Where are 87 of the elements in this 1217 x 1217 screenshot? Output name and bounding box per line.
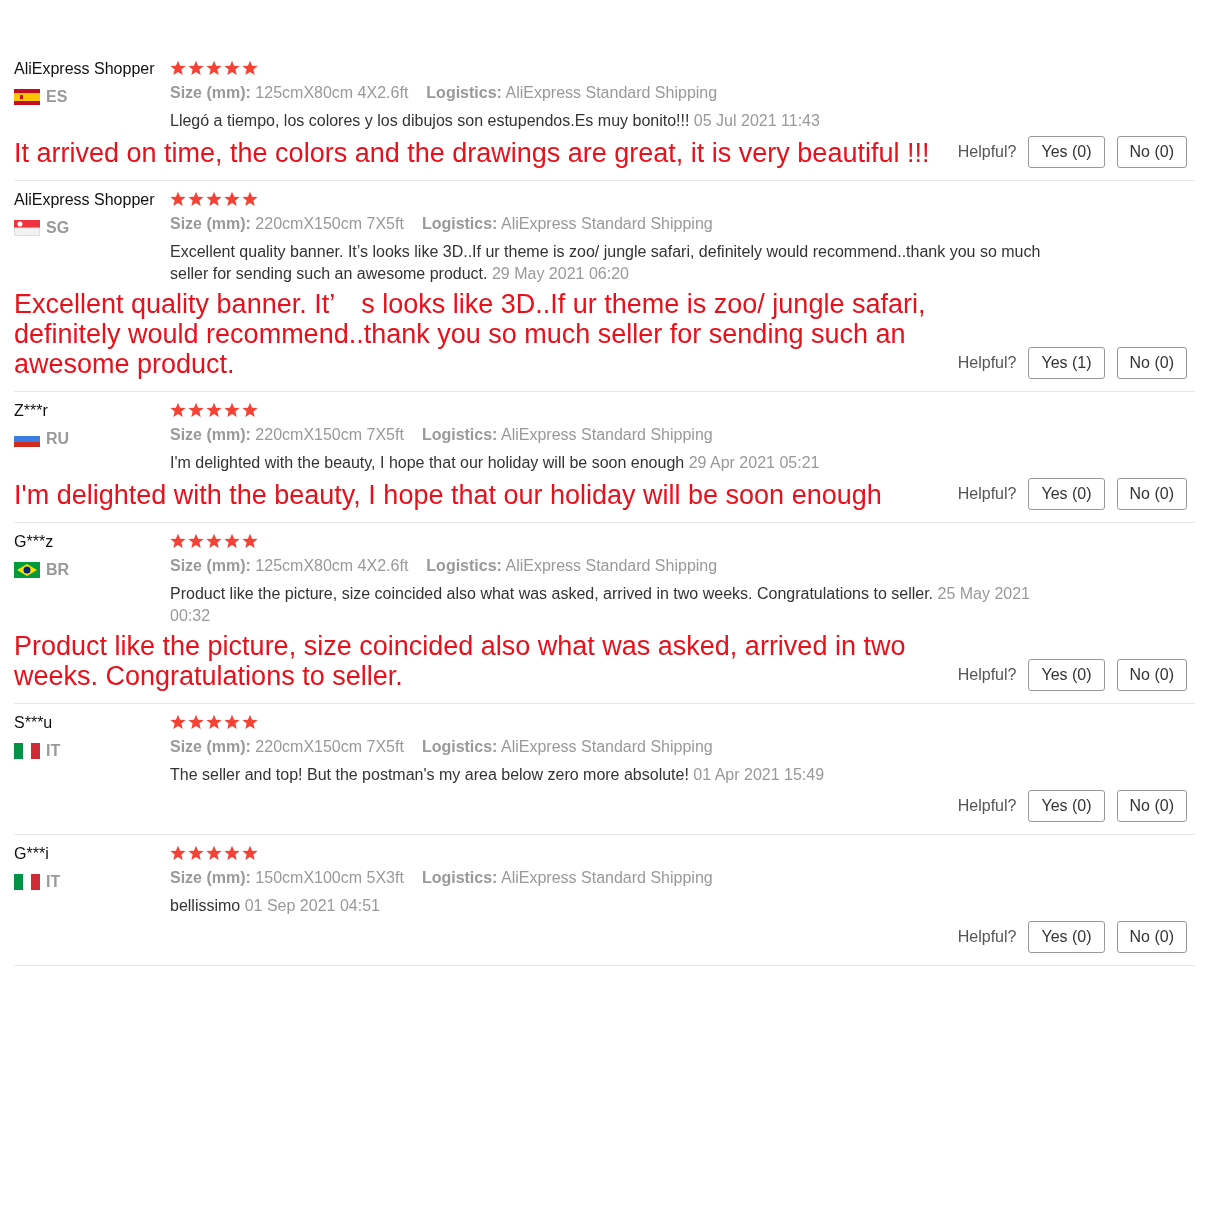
yes-button[interactable]: Yes (0) <box>1028 790 1105 822</box>
reviewer-name: S***u <box>14 714 54 732</box>
helpful-label: Helpful? <box>957 485 1017 503</box>
star-icon <box>170 845 186 861</box>
star-icon <box>188 402 204 418</box>
star-icon <box>206 533 222 549</box>
flag-icon <box>14 743 40 759</box>
helpful-label: Helpful? <box>957 354 1017 372</box>
yes-button[interactable]: Yes (0) <box>1028 136 1105 168</box>
no-button[interactable]: No (0) <box>1116 478 1187 510</box>
flag-icon <box>14 562 40 578</box>
logistics-info: Logistics: AliExpress Standard Shipping <box>426 84 718 102</box>
logistics-info: Logistics: AliExpress Standard Shipping <box>421 738 713 756</box>
star-icon <box>206 191 222 207</box>
logistics-info: Logistics: AliExpress Standard Shipping <box>421 215 713 233</box>
yes-button[interactable]: Yes (0) <box>1028 921 1105 953</box>
star-icon <box>188 60 204 76</box>
logistics-info: Logistics: AliExpress Standard Shipping <box>421 869 713 887</box>
helpful-label: Helpful? <box>957 666 1017 684</box>
helpful-label: Helpful? <box>957 928 1017 946</box>
yes-button[interactable]: Yes (0) <box>1028 659 1105 691</box>
star-icon <box>224 845 240 861</box>
star-icon <box>206 845 222 861</box>
star-icon <box>224 60 240 76</box>
size-info: Size (mm): 220cmX150cm 7X5ft <box>170 215 404 233</box>
size-info: Size (mm): 125cmX80cm 4X2.6ft <box>170 557 409 575</box>
flag-icon <box>14 89 40 105</box>
no-button[interactable]: No (0) <box>1116 347 1187 379</box>
review-text: Product like the picture, size coincided also what was asked, arrived in two weeks. Congratulations to seller. 25 May 2021 00:32 <box>170 584 1031 626</box>
review-text: bellissimo 01 Sep 2021 04:51 <box>170 896 381 916</box>
star-icon <box>206 714 222 730</box>
star-icon <box>242 714 258 730</box>
reviewer-name: AliExpress Shopper <box>14 60 156 78</box>
size-info: Size (mm): 220cmX150cm 7X5ft <box>170 738 404 756</box>
star-icon <box>170 191 186 207</box>
no-button[interactable]: No (0) <box>1116 659 1187 691</box>
review-text: The seller and top! But the postman's my area below zero more absolute! 01 Apr 2021 15:49 <box>170 765 826 785</box>
country-code: IT <box>46 873 61 891</box>
size-info: Size (mm): 220cmX150cm 7X5ft <box>170 426 404 444</box>
translation-text: Excellent quality banner. It’ s looks like 3D..If ur theme is zoo/ jungle safari, definitely would recommend..thank you so much seller for sending such an awesome product. <box>14 289 927 379</box>
country-code: SG <box>46 219 70 237</box>
logistics-info: Logistics: AliExpress Standard Shipping <box>426 557 718 575</box>
country-code: IT <box>46 742 61 760</box>
star-icon <box>242 60 258 76</box>
yes-button[interactable]: Yes (0) <box>1028 478 1105 510</box>
translation-text: I'm delighted with the beauty, I hope that our holiday will be soon enough <box>14 480 882 510</box>
reviewer-name: Z***r <box>14 402 49 420</box>
star-icon <box>242 533 258 549</box>
star-icon <box>188 714 204 730</box>
star-icon <box>224 191 240 207</box>
star-icon <box>188 845 204 861</box>
star-icon <box>170 533 186 549</box>
country-code: ES <box>46 88 68 106</box>
star-icon <box>242 191 258 207</box>
no-button[interactable]: No (0) <box>1116 136 1187 168</box>
helpful-label: Helpful? <box>957 797 1017 815</box>
star-icon <box>242 845 258 861</box>
reviewer-name: G***z <box>14 533 55 551</box>
star-icon <box>224 533 240 549</box>
star-icon <box>188 533 204 549</box>
star-icon <box>170 402 186 418</box>
star-icon <box>224 402 240 418</box>
star-icon <box>206 402 222 418</box>
star-icon <box>224 714 240 730</box>
translation-text: It arrived on time, the colors and the drawings are great, it is very beautiful !!! <box>14 138 930 168</box>
reviewer-name: AliExpress Shopper <box>14 191 156 209</box>
no-button[interactable]: No (0) <box>1116 921 1187 953</box>
size-info: Size (mm): 150cmX100cm 5X3ft <box>170 869 404 887</box>
star-icon <box>242 402 258 418</box>
size-info: Size (mm): 125cmX80cm 4X2.6ft <box>170 84 409 102</box>
review-text: I'm delighted with the beauty, I hope that our holiday will be soon enough 29 Apr 2021 05:21 <box>170 453 821 473</box>
logistics-info: Logistics: AliExpress Standard Shipping <box>421 426 713 444</box>
flag-icon <box>14 220 40 236</box>
star-icon <box>206 60 222 76</box>
reviewer-name: G***i <box>14 845 50 863</box>
translation-text: Product like the picture, size coincided also what was asked, arrived in two weeks. Congratulations to seller. <box>14 631 907 691</box>
star-icon <box>170 60 186 76</box>
review-text: Llegó a tiempo, los colores y los dibujos son estupendos.Es muy bonito!!! 05 Jul 2021 11:43 <box>170 111 821 131</box>
flag-icon <box>14 874 40 890</box>
country-code: BR <box>46 561 70 579</box>
star-icon <box>170 714 186 730</box>
no-button[interactable]: No (0) <box>1116 790 1187 822</box>
country-code: RU <box>46 430 70 448</box>
review-text: Excellent quality banner. It’s looks like 3D..If ur theme is zoo/ jungle safari, definitely would recommend..thank you so much seller for sending such an awesome product. 29 May 2021 06:20 <box>170 242 1042 284</box>
yes-button[interactable]: Yes (1) <box>1028 347 1105 379</box>
star-icon <box>188 191 204 207</box>
helpful-label: Helpful? <box>957 143 1017 161</box>
